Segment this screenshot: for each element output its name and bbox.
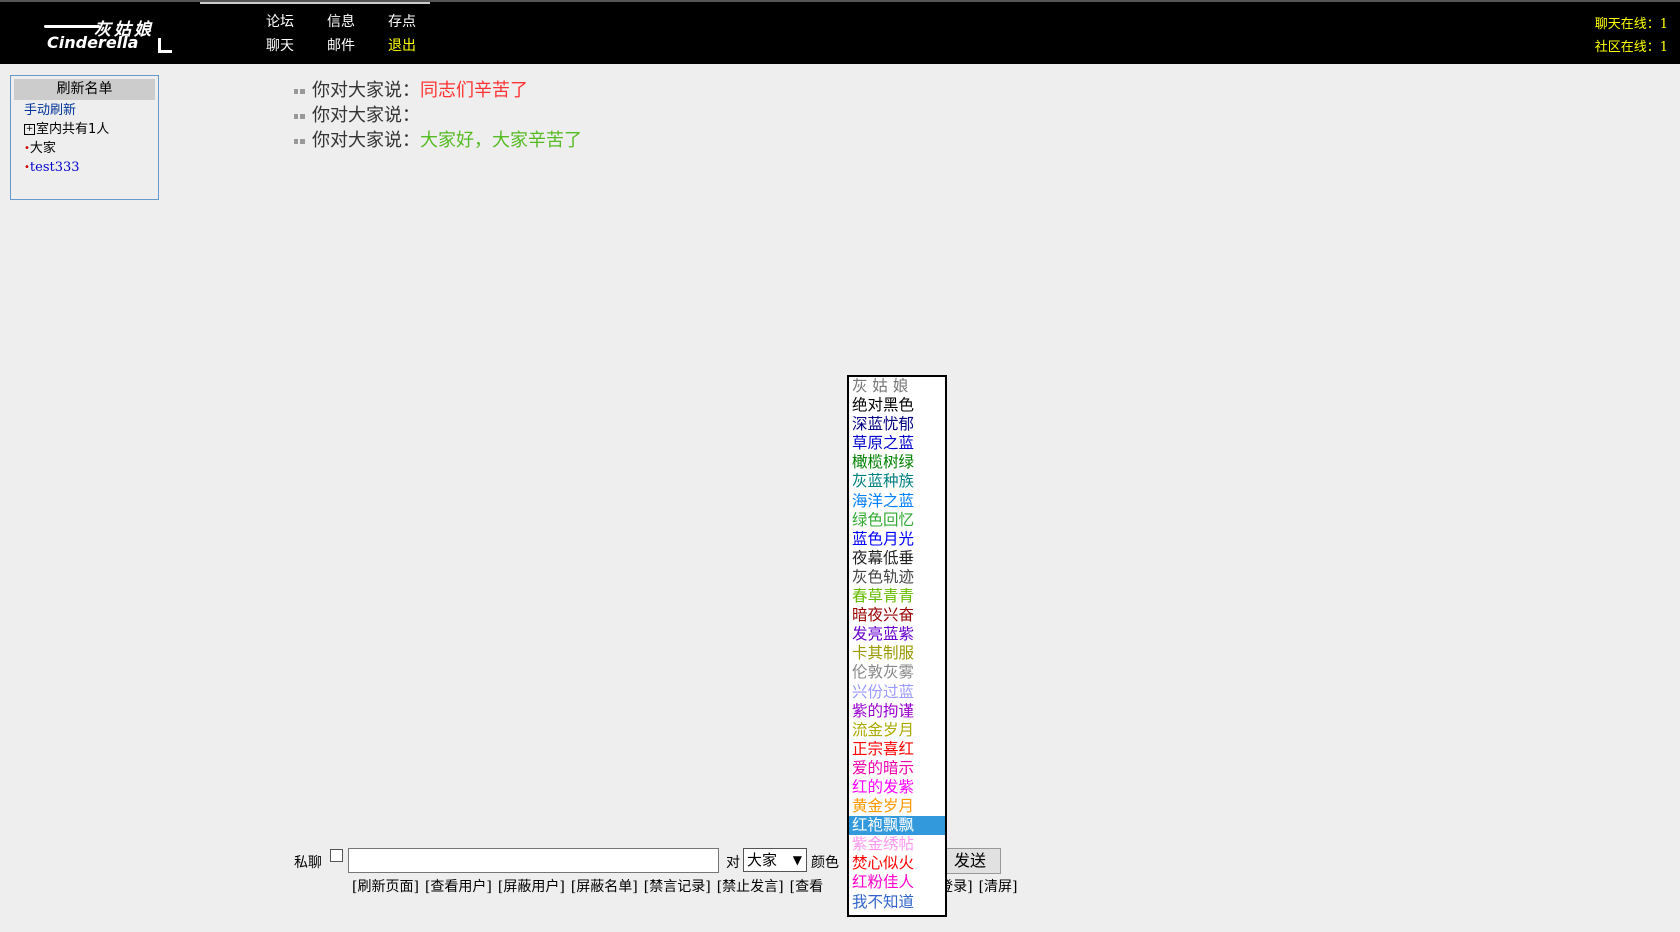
color-option[interactable]: 紫金绣帖 xyxy=(849,835,945,854)
color-option[interactable]: 夜幕低垂 xyxy=(849,549,945,568)
chat-message: 你对大家说：同志们辛苦了 xyxy=(294,76,528,102)
bullet-icon xyxy=(294,138,305,144)
user-list-panel: 刷新名单 手动刷新 + 室内共有1人 •大家 •test333 xyxy=(10,75,159,200)
send-button[interactable]: 发送 xyxy=(939,848,1001,874)
nav-mail[interactable]: 邮件 xyxy=(327,35,355,55)
logo-text-en: Cinderella xyxy=(47,33,139,52)
user-item[interactable]: •大家 xyxy=(24,141,56,157)
manual-refresh-link[interactable]: 手动刷新 xyxy=(24,103,76,119)
room-count-label: 室内共有1人 xyxy=(36,122,110,137)
color-option[interactable]: 爱的暗示 xyxy=(849,759,945,778)
color-option[interactable]: 红的发紫 xyxy=(849,778,945,797)
user-name: 大家 xyxy=(29,141,56,156)
logo-hook xyxy=(158,38,172,53)
color-option[interactable]: 灰蓝种族 xyxy=(849,472,945,491)
target-select[interactable]: 大家 ▼ xyxy=(743,848,807,872)
color-label: 颜色 xyxy=(811,855,839,871)
message-input[interactable] xyxy=(348,848,719,873)
community-online-count: 社区在线：1 xyxy=(1594,40,1668,55)
private-chat-label: 私聊 xyxy=(294,855,322,871)
nav-logout[interactable]: 退出 xyxy=(388,35,416,55)
to-label: 对 xyxy=(726,855,740,871)
color-option[interactable]: 深蓝忧郁 xyxy=(849,415,945,434)
cmd-view-users[interactable]: [查看用户] xyxy=(425,879,492,895)
message-prefix: 你对大家说： xyxy=(312,105,420,126)
color-option[interactable]: 兴份过蓝 xyxy=(849,683,945,702)
color-option[interactable]: 暗夜兴奋 xyxy=(849,606,945,625)
panel-title: 刷新名单 xyxy=(14,79,155,100)
cmd-block-list[interactable]: [屏蔽名单] xyxy=(571,879,638,895)
color-option[interactable]: 卡其制服 xyxy=(849,644,945,663)
color-option[interactable]: 红粉佳人 xyxy=(849,873,945,892)
message-prefix: 你对大家说： xyxy=(312,130,420,151)
chat-message: 你对大家说： xyxy=(294,101,420,127)
bullet-icon xyxy=(294,88,305,94)
color-option[interactable]: 发亮蓝紫 xyxy=(849,625,945,644)
chat-message: 你对大家说：大家好，大家辛苦了 xyxy=(294,126,582,152)
message-text: 同志们辛苦了 xyxy=(420,80,528,101)
color-option[interactable]: 紫的拘谨 xyxy=(849,702,945,721)
message-text: 大家好，大家辛苦了 xyxy=(420,130,582,151)
user-name: test333 xyxy=(29,160,80,175)
color-option[interactable]: 橄榄树绿 xyxy=(849,453,945,472)
color-option[interactable]: 正宗喜红 xyxy=(849,740,945,759)
color-option[interactable]: 灰色轨迹 xyxy=(849,568,945,587)
nav-forum[interactable]: 论坛 xyxy=(266,11,294,31)
color-option[interactable]: 海洋之蓝 xyxy=(849,492,945,511)
color-option[interactable]: 蓝色月光 xyxy=(849,530,945,549)
top-strip xyxy=(200,2,430,4)
chevron-down-icon: ▼ xyxy=(792,853,802,867)
nav-deposit[interactable]: 存点 xyxy=(388,11,416,31)
top-bar: 灰姑娘 Cinderella 论坛 信息 存点 聊天 邮件 退出 聊天在线：1 … xyxy=(0,0,1680,64)
color-option[interactable]: 灰 姑 娘 xyxy=(849,377,945,396)
cmd-block-user[interactable]: [屏蔽用户] xyxy=(498,879,565,895)
cmd-mute[interactable]: [禁止发言] xyxy=(717,879,784,895)
color-option[interactable]: 黄金岁月 xyxy=(849,797,945,816)
color-option[interactable]: 草原之蓝 xyxy=(849,434,945,453)
nav-chat[interactable]: 聊天 xyxy=(266,35,294,55)
color-option[interactable]: 绿色回忆 xyxy=(849,511,945,530)
color-option-selected[interactable]: 红袍飘飘 xyxy=(849,816,945,836)
user-item[interactable]: •test333 xyxy=(24,160,80,176)
nav-info[interactable]: 信息 xyxy=(327,11,355,31)
bullet-icon xyxy=(294,113,305,119)
private-chat-checkbox[interactable] xyxy=(330,849,343,862)
color-option[interactable]: 伦敦灰雾 xyxy=(849,663,945,682)
logo-swoosh xyxy=(44,25,100,28)
chat-online-count: 聊天在线：1 xyxy=(1594,17,1668,32)
target-value: 大家 xyxy=(747,851,778,869)
cmd-mute-log[interactable]: [禁言记录] xyxy=(644,879,711,895)
color-option[interactable]: 焚心似火 xyxy=(849,854,945,873)
room-count-row[interactable]: + 室内共有1人 xyxy=(24,122,109,138)
expand-icon[interactable]: + xyxy=(24,124,35,135)
color-option[interactable]: 绝对黑色 xyxy=(849,396,945,415)
cmd-refresh-page[interactable]: [刷新页面] xyxy=(352,879,419,895)
message-prefix: 你对大家说： xyxy=(312,80,420,101)
color-option[interactable]: 春草青青 xyxy=(849,587,945,606)
cmd-clear-screen[interactable]: [清屏] xyxy=(979,879,1018,895)
site-logo[interactable]: 灰姑娘 Cinderella xyxy=(44,14,176,54)
color-option[interactable]: 流金岁月 xyxy=(849,721,945,740)
color-dropdown-list[interactable]: 灰 姑 娘 绝对黑色 深蓝忧郁 草原之蓝 橄榄树绿 灰蓝种族 海洋之蓝 绿色回忆… xyxy=(847,375,947,917)
color-option[interactable]: 我不知道 xyxy=(849,893,945,912)
cmd-view[interactable]: [查看 xyxy=(790,879,823,895)
